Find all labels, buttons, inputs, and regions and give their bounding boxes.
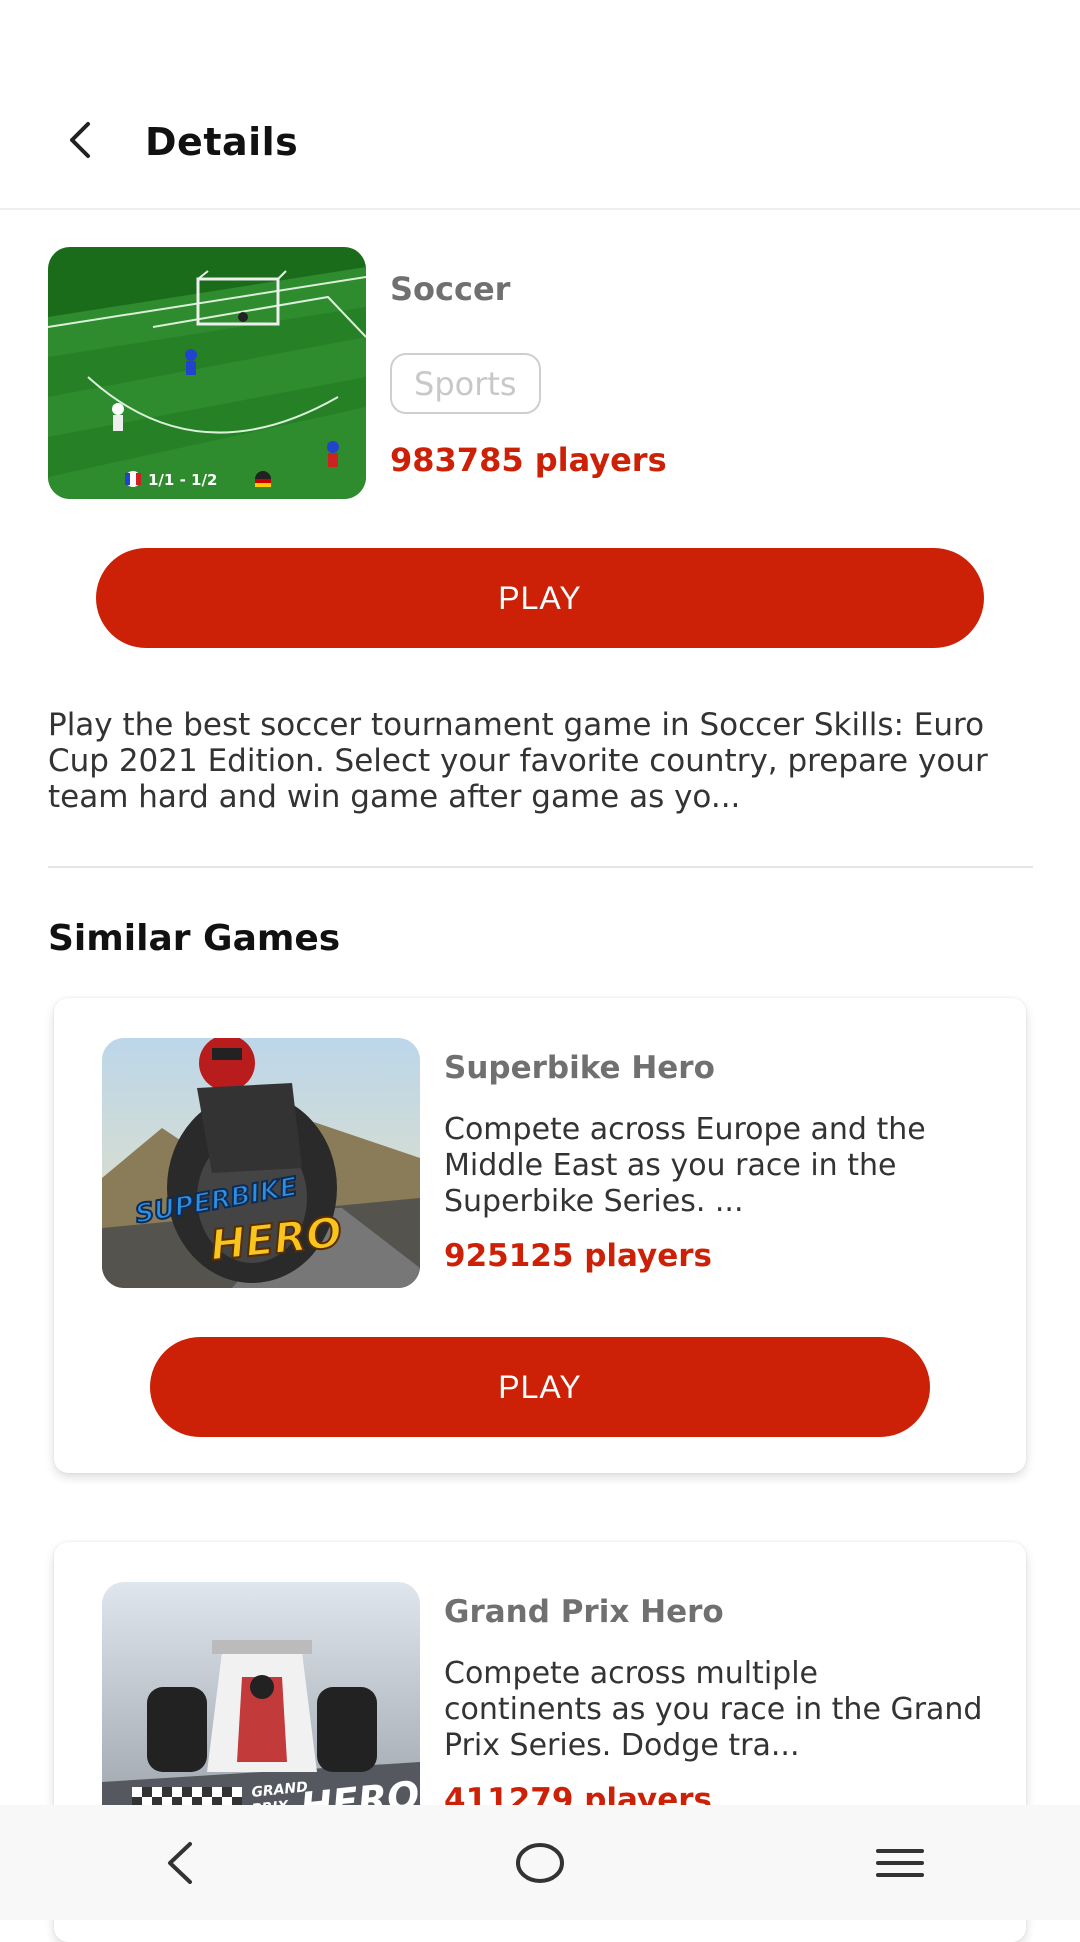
game-thumbnail: 1/1 - 1/2: [48, 247, 366, 499]
category-tag: Sports: [390, 353, 541, 414]
nav-home-icon: [516, 1842, 564, 1883]
game-title: Grand Prix Hero: [444, 1594, 724, 1630]
app-header: Details: [0, 70, 1080, 210]
player-count: 925125 players: [444, 1238, 712, 1274]
divider: [48, 866, 1033, 868]
play-button[interactable]: PLAY: [150, 1337, 930, 1437]
nav-home-button[interactable]: [480, 1813, 600, 1913]
similar-games-title: Similar Games: [48, 918, 341, 959]
back-button[interactable]: [50, 108, 110, 172]
nav-back-button[interactable]: [120, 1813, 240, 1913]
nav-menu-icon: [876, 1848, 924, 1877]
game-description: Play the best soccer tournament game in …: [48, 707, 988, 815]
svg-text:1/1 - 1/2: 1/1 - 1/2: [148, 471, 217, 489]
game-title: Soccer: [390, 270, 511, 308]
game-thumbnail: SUPERBIKE HERO: [102, 1038, 420, 1288]
similar-game-card[interactable]: SUPERBIKE HERO Superbike Hero Compete ac…: [54, 998, 1026, 1473]
page-title: Details: [145, 120, 299, 164]
player-count: 983785 players: [390, 441, 667, 479]
game-description: Compete across multiple continents as yo…: [444, 1656, 983, 1763]
play-button[interactable]: PLAY: [96, 548, 984, 648]
game-title: Superbike Hero: [444, 1050, 715, 1086]
status-bar: [0, 0, 1080, 70]
nav-menu-button[interactable]: [840, 1813, 960, 1913]
game-thumbnail: GRAND PRIX HERO: [102, 1582, 420, 1832]
game-description: Compete across Europe and the Middle Eas…: [444, 1112, 926, 1219]
system-nav-bar: [0, 1805, 1080, 1920]
nav-back-icon: [168, 1841, 192, 1884]
chevron-left-icon: [70, 122, 90, 158]
